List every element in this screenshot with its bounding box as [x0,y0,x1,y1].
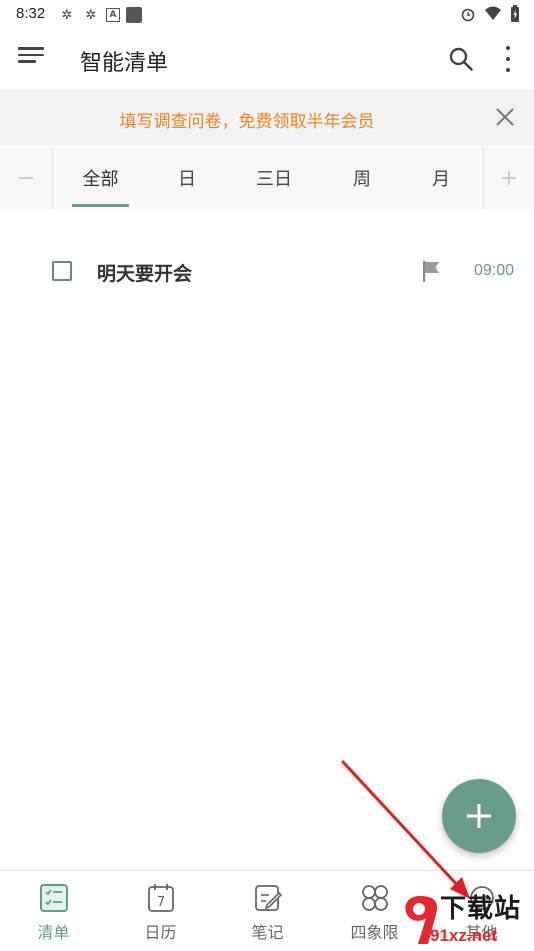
close-icon[interactable] [494,106,516,128]
aperture-icon: ✲ [85,7,97,23]
watermark-domain: 91xz.net [430,926,498,945]
search-icon[interactable] [448,46,474,72]
task-time: 09:00 [473,262,514,279]
tab-week[interactable]: 周 [335,147,389,209]
notification-square-icon [126,7,142,23]
flag-icon[interactable] [420,259,442,283]
nav-label: 笔记 [251,923,284,942]
aperture-icon: ✲ [61,7,73,23]
zoom-out-button[interactable]: − [0,147,53,209]
notification-icons: ✲ ✲ A [58,6,142,24]
plus-icon [467,804,491,828]
nav-item-checklist[interactable]: 清单 [0,871,107,951]
range-tabs: − 全部 日 三日 周 月 + [0,147,534,209]
task-row[interactable]: 明天要开会 09:00 [0,243,534,299]
calendar-day: 7 [157,895,165,910]
survey-banner: 填写调查问卷，免费领取半年会员 [0,89,534,146]
zoom-in-button[interactable]: + [483,147,534,209]
status-time: 8:32 [16,5,46,22]
nav-item-calendar[interactable]: 7 日历 [107,871,214,951]
tab-month[interactable]: 月 [414,147,468,209]
quadrant-icon [362,885,388,911]
task-checkbox[interactable] [52,261,72,281]
task-title: 明天要开会 [97,263,193,285]
tab-three-day[interactable]: 三日 [244,147,304,209]
checklist-icon [40,884,68,912]
font-icon: A [106,8,120,22]
tab-all[interactable]: 全部 [72,147,129,209]
menu-icon[interactable] [18,47,44,71]
battery-icon [511,5,519,22]
status-bar: 8:32 ✲ ✲ A [0,0,534,28]
watermark-brand: 下载站 [440,894,522,924]
note-icon [255,885,283,911]
nav-label: 日历 [144,923,177,942]
app-title: 智能清单 [80,51,169,76]
system-icons [460,5,520,23]
alarm-icon [461,8,475,22]
calendar-icon: 7 [148,884,174,912]
active-tab-indicator [72,204,129,207]
add-task-button[interactable] [442,779,516,853]
nav-label: 清单 [37,923,70,942]
wifi-icon [485,6,501,20]
tab-day[interactable]: 日 [160,147,214,209]
toolbar: 智能清单 [0,30,534,88]
survey-banner-link[interactable]: 填写调查问卷，免费领取半年会员 [0,107,494,132]
nav-item-notes[interactable]: 笔记 [214,871,321,951]
more-vert-icon[interactable] [498,46,518,72]
watermark: 下载站 91xz.net [400,888,534,950]
